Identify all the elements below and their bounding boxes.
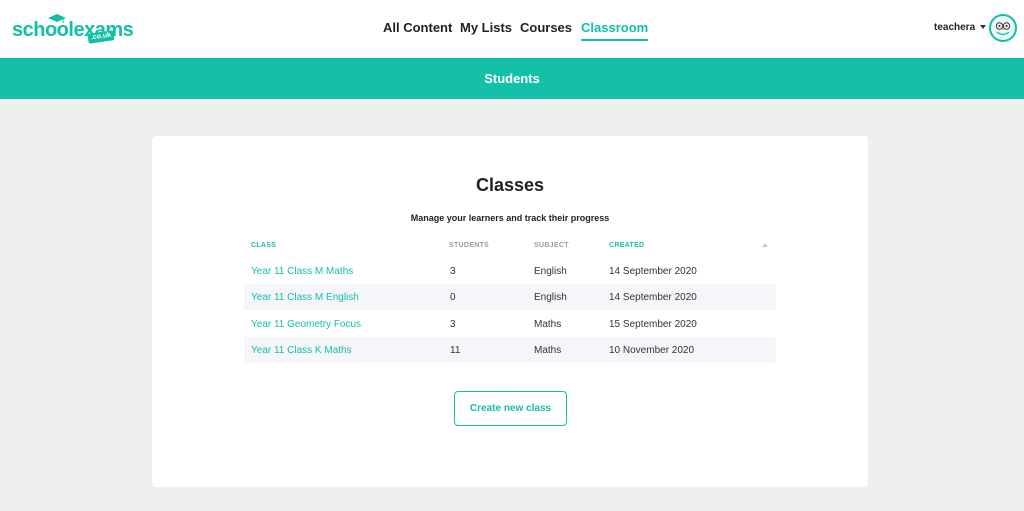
- created-date: 14 September 2020: [609, 266, 697, 277]
- sort-ascending-icon[interactable]: [762, 243, 768, 247]
- owl-icon: [995, 22, 1011, 36]
- page-title: Students: [484, 71, 540, 86]
- avatar[interactable]: [989, 14, 1017, 42]
- students-count: 3: [450, 319, 456, 330]
- students-count: 11: [450, 345, 461, 356]
- class-name-link[interactable]: Year 11 Geometry Focus: [251, 319, 361, 331]
- logo-badge: .co.uk: [87, 30, 115, 44]
- nav-my-lists[interactable]: My Lists: [460, 20, 512, 36]
- chevron-down-icon[interactable]: [980, 25, 986, 29]
- nav-courses[interactable]: Courses: [520, 20, 572, 36]
- nav-classroom[interactable]: Classroom: [581, 20, 649, 41]
- students-count: 0: [450, 292, 456, 303]
- card-subtitle: Manage your learners and track their pro…: [410, 213, 610, 223]
- table-row: Year 11 Class M English 0 English 14 Sep…: [244, 284, 776, 310]
- column-header-students[interactable]: STUDENTS: [449, 241, 489, 250]
- subject-value: Maths: [534, 345, 562, 356]
- subject-value: English: [534, 266, 567, 277]
- nav-all-content[interactable]: All Content: [383, 20, 452, 36]
- column-header-created[interactable]: CREATED: [609, 241, 644, 250]
- subject-value: English: [534, 292, 567, 303]
- subject-value: Maths: [534, 319, 562, 330]
- class-name-link[interactable]: Year 11 Class M Maths: [251, 266, 353, 278]
- table-row: Year 11 Class K Maths 11 Maths 10 Novemb…: [244, 337, 776, 363]
- created-date: 10 November 2020: [609, 345, 695, 356]
- students-count: 3: [450, 266, 456, 277]
- logo[interactable]: schoolexams .co.uk: [12, 14, 134, 44]
- column-header-subject[interactable]: SUBJECT: [534, 241, 569, 250]
- card-title: Classes: [475, 175, 545, 195]
- class-name-link[interactable]: Year 11 Class M English: [251, 292, 359, 304]
- classes-card: Classes Manage your learners and track t…: [152, 136, 868, 487]
- page-banner: Students: [0, 58, 1024, 99]
- create-new-class-button[interactable]: Create new class: [454, 391, 567, 426]
- table-row: Year 11 Class M Maths 3 English 14 Septe…: [244, 258, 776, 284]
- table-row: Year 11 Geometry Focus 3 Maths 15 Septem…: [244, 311, 776, 337]
- created-date: 14 September 2020: [609, 292, 697, 303]
- column-header-class[interactable]: CLASS: [251, 241, 276, 250]
- logo-text: schoolexams: [12, 19, 134, 41]
- top-navbar: schoolexams .co.uk All Content My Lists …: [0, 0, 1024, 58]
- user-menu-name[interactable]: teachera: [934, 22, 975, 34]
- class-name-link[interactable]: Year 11 Class K Maths: [251, 345, 352, 357]
- created-date: 15 September 2020: [609, 319, 697, 330]
